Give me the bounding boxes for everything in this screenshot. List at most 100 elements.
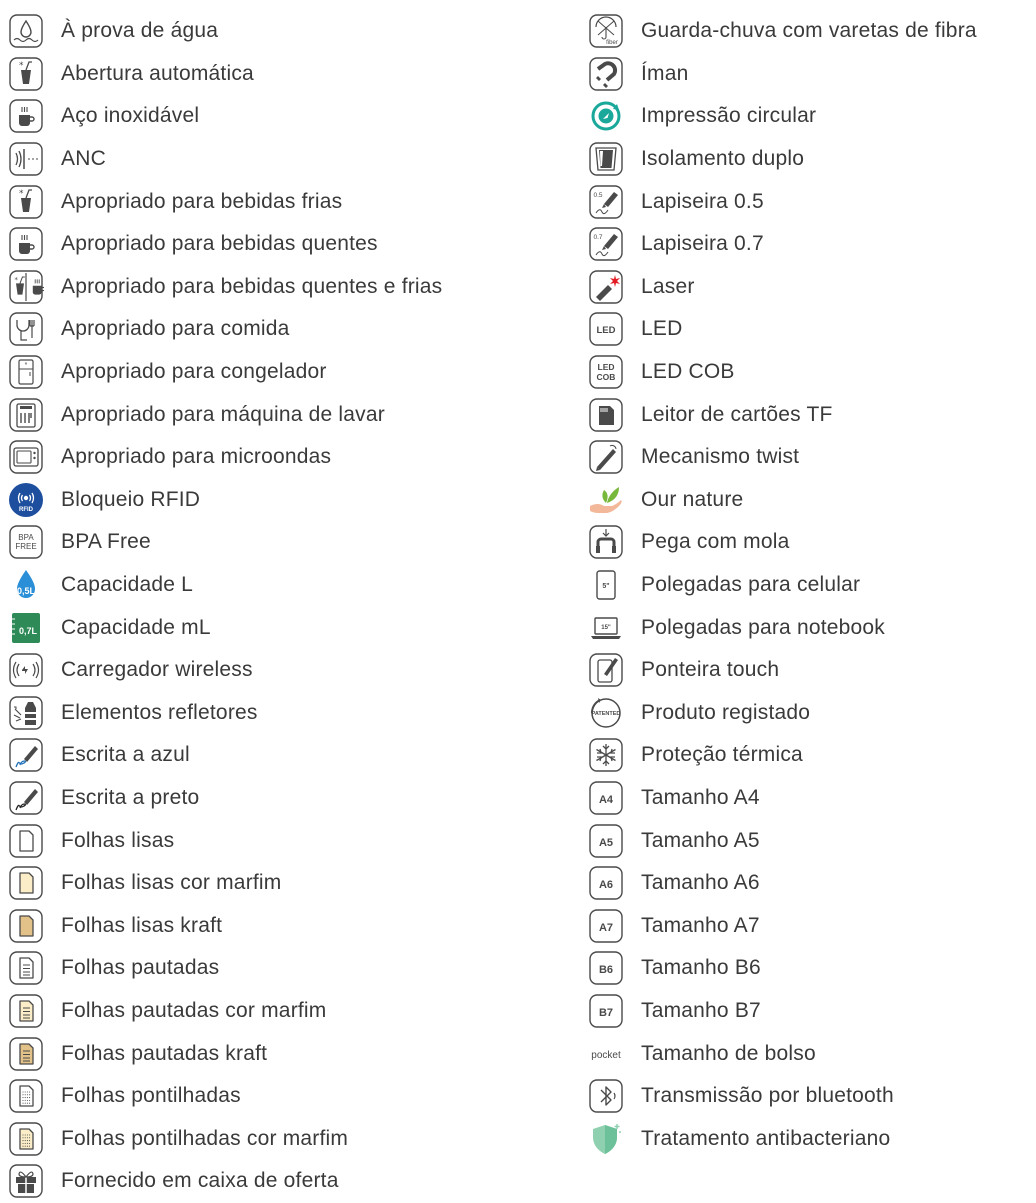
led-icon: LED: [588, 311, 624, 347]
legend-item: ANC: [8, 138, 568, 181]
legend-item: Apropriado para bebidas quentes: [8, 223, 568, 266]
legend-item-label: Capacidade mL: [61, 615, 211, 639]
blue-writing-icon: [8, 737, 44, 773]
legend-item: 5" Polegadas para celular: [588, 564, 1036, 607]
svg-text:0,5L: 0,5L: [17, 586, 36, 596]
svg-text:A5: A5: [599, 837, 613, 849]
laser-icon: [588, 269, 624, 305]
legend-item-label: Mecanismo twist: [641, 445, 800, 469]
svg-text:LED: LED: [598, 362, 615, 372]
our-nature-icon: [588, 482, 624, 518]
freezer-icon: *: [8, 354, 44, 390]
size-badge-icon: A5: [588, 823, 624, 859]
legend-item-label: Apropriado para bebidas frias: [61, 189, 343, 213]
thermal-protection-icon: [588, 737, 624, 773]
wireless-charger-icon: [8, 652, 44, 688]
svg-text:RFID: RFID: [19, 507, 34, 513]
legend-item: Tratamento antibacteriano: [588, 1117, 1036, 1160]
legend-item: Fornecido em caixa de oferta: [8, 1160, 568, 1203]
legend-item-label: Tamanho A7: [641, 913, 760, 937]
blank-sheet-icon: [8, 823, 44, 859]
svg-text:LED: LED: [597, 325, 616, 336]
size-badge-icon: B7: [588, 993, 624, 1029]
legend-item: BPA FREE BPA Free: [8, 521, 568, 564]
legend-item: * Apropriado para bebidas quentes e frias: [8, 266, 568, 309]
legend-item: Ponteira touch: [588, 649, 1036, 692]
notebook-size-icon: 15": [588, 610, 624, 646]
legend-item: Our nature: [588, 479, 1036, 522]
legend-item-label: Tamanho B6: [641, 956, 761, 980]
legend-item-label: Folhas pautadas: [61, 956, 220, 980]
legend-item-label: LED COB: [641, 360, 735, 384]
hot-cold-drink-icon: *: [8, 269, 44, 305]
legend-item: Pega com mola: [588, 521, 1036, 564]
legend-item-label: Tamanho A5: [641, 828, 760, 852]
legend-item-label: Folhas pontilhadas cor marfim: [61, 1126, 349, 1150]
legend-item-label: Folhas lisas kraft: [61, 913, 223, 937]
legend-item-label: Produto registado: [641, 700, 811, 724]
legend-item: Apropriado para máquina de lavar: [8, 393, 568, 436]
svg-text:5": 5": [602, 583, 609, 590]
legend-item-label: Apropriado para microondas: [61, 445, 332, 469]
mechanical-pencil-icon: 0.7: [588, 226, 624, 262]
legend-item: Apropriado para microondas: [8, 436, 568, 479]
legend-item-label: Folhas pontilhadas: [61, 1084, 241, 1108]
anc-icon: [8, 141, 44, 177]
svg-text:*: *: [19, 61, 24, 71]
legend-item: Folhas pontilhadas cor marfim: [8, 1117, 568, 1160]
kraft-sheet-icon: [8, 908, 44, 944]
phone-size-icon: 5": [588, 567, 624, 603]
legend-item-label: Capacidade L: [61, 573, 193, 597]
legend-item-label: Folhas pautadas cor marfim: [61, 998, 327, 1022]
legend-item: Laser: [588, 266, 1036, 309]
capacity-ml-icon: 0,7L: [8, 610, 44, 646]
legend-item: Escrita a preto: [8, 777, 568, 820]
legend-item-label: LED: [641, 317, 683, 341]
legend-item: Folhas lisas kraft: [8, 904, 568, 947]
svg-text:A4: A4: [599, 794, 614, 806]
legend-item: 0,7L Capacidade mL: [8, 606, 568, 649]
legend-item-label: Tamanho A4: [641, 785, 760, 809]
touch-stylus-icon: [588, 652, 624, 688]
legend-item-label: Apropriado para congelador: [61, 360, 327, 384]
pocket-icon: pocket: [588, 1036, 624, 1072]
water-drop-icon: [8, 13, 44, 49]
spring-handle-icon: [588, 524, 624, 560]
legend-item-label: Folhas pautadas kraft: [61, 1041, 268, 1065]
legend-item: Folhas lisas: [8, 819, 568, 862]
legend-item-label: Folhas lisas cor marfim: [61, 871, 282, 895]
legend-item: Folhas pautadas cor marfim: [8, 990, 568, 1033]
mechanical-pencil-icon: 0.5: [588, 184, 624, 220]
lined-kraft-sheet-icon: [8, 1036, 44, 1072]
legend-item-label: Our nature: [641, 487, 744, 511]
legend-item: LED LED: [588, 308, 1036, 351]
legend-item: Carregador wireless: [8, 649, 568, 692]
cold-drink-icon: *: [8, 184, 44, 220]
legend-item: Mecanismo twist: [588, 436, 1036, 479]
legend-item-label: Pega com mola: [641, 530, 790, 554]
legend-item: A6 Tamanho A6: [588, 862, 1036, 905]
dishwasher-icon: [8, 397, 44, 433]
lined-ivory-sheet-icon: [8, 993, 44, 1029]
capacity-l-icon: 0,5L: [8, 567, 44, 603]
svg-text:*: *: [19, 189, 24, 199]
legend-item: Proteção térmica: [588, 734, 1036, 777]
legend-item: 0.5 Lapiseira 0.5: [588, 180, 1036, 223]
legend-item-label: Tamanho B7: [641, 998, 761, 1022]
legend-item: A7 Tamanho A7: [588, 904, 1036, 947]
rfid-icon: RFID: [8, 482, 44, 518]
legend-item: * Apropriado para congelador: [8, 351, 568, 394]
ivory-sheet-icon: [8, 865, 44, 901]
legend-item: 0.7 Lapiseira 0.7: [588, 223, 1036, 266]
legend-item: Aço inoxidável: [8, 95, 568, 138]
legend-item-label: À prova de água: [61, 19, 219, 43]
legend-item-label: Escrita a azul: [61, 743, 190, 767]
dotted-sheet-icon: [8, 1078, 44, 1114]
legend-item: RFID Bloqueio RFID: [8, 479, 568, 522]
legend-item: Apropriado para comida: [8, 308, 568, 351]
legend-item-label: Proteção térmica: [641, 743, 803, 767]
legend-item-label: Apropriado para bebidas quentes e frias: [61, 274, 443, 298]
svg-text:B7: B7: [599, 1007, 613, 1019]
double-insulation-icon: [588, 141, 624, 177]
legend-item: A5 Tamanho A5: [588, 819, 1036, 862]
